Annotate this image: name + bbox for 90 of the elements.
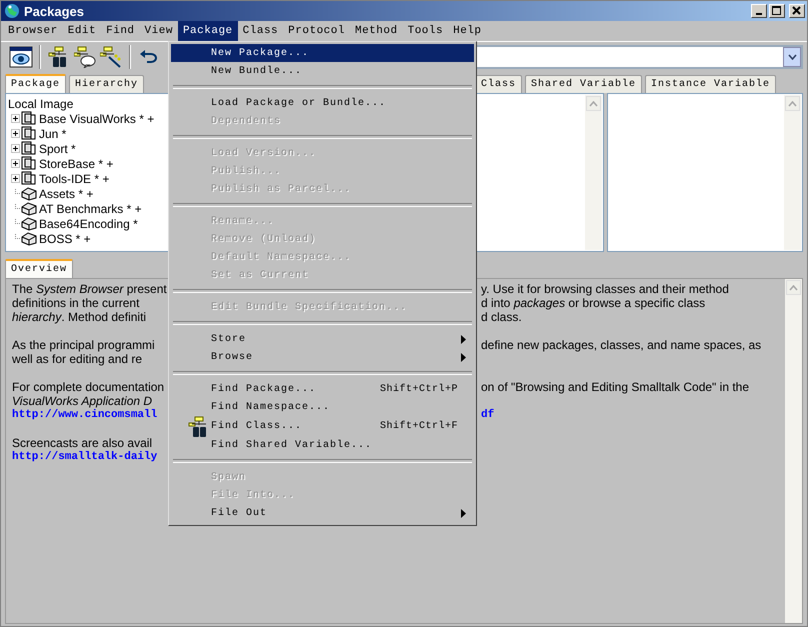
- menu-item[interactable]: Class: [238, 21, 284, 41]
- tree-item[interactable]: Jun *: [39, 126, 66, 140]
- bundle-icon: [21, 126, 37, 141]
- menu-item[interactable]: Find Namespace...: [171, 398, 474, 416]
- link[interactable]: http://www.cincomsmall: [12, 408, 158, 422]
- paragraph-text: hierarchy. Method definiti: [12, 310, 146, 324]
- tab[interactable]: Instance Variable: [645, 75, 776, 93]
- wand-button[interactable]: [99, 44, 123, 70]
- tree-item[interactable]: Tools-IDE * +: [39, 172, 110, 186]
- package-icon: [21, 231, 37, 246]
- menu-item[interactable]: Find: [101, 21, 140, 41]
- expand-icon[interactable]: [11, 129, 20, 138]
- paragraph-text: VisualWorks Application D: [12, 394, 152, 408]
- package-icon: [21, 201, 37, 216]
- menu-item[interactable]: Find Class... Shift+Ctrl+F: [171, 416, 474, 436]
- bundle-icon: [21, 171, 37, 186]
- menu-item[interactable]: Edit: [62, 21, 102, 41]
- browser-button[interactable]: [9, 44, 33, 70]
- scrollbar[interactable]: [785, 279, 802, 623]
- minimize-icon: [756, 13, 762, 15]
- paragraph-text: Screencasts are also avail: [12, 436, 152, 450]
- paragraph-text: y. Use it for browsing classes and their method: [481, 282, 729, 296]
- paragraph-text: d class.: [481, 310, 522, 324]
- tree-item[interactable]: Assets * +: [39, 186, 94, 200]
- tree-item[interactable]: Base64Encoding *: [39, 216, 138, 230]
- paragraph-text: on of "Browsing and Editing Smalltalk Code" in the: [481, 380, 750, 394]
- paragraph-text: well as for editing and re: [12, 352, 142, 366]
- chevron-up-icon: [788, 100, 797, 106]
- menu-item[interactable]: Store: [171, 330, 474, 348]
- menu-item[interactable]: Browse: [171, 348, 474, 366]
- expand-icon[interactable]: [11, 159, 20, 168]
- menu-item[interactable]: Find Shared Variable...: [171, 436, 474, 454]
- link[interactable]: http://smalltalk-daily: [12, 450, 158, 464]
- tree-item[interactable]: StoreBase * +: [39, 156, 114, 170]
- comment-button[interactable]: [73, 44, 97, 70]
- tab[interactable]: Package: [5, 74, 66, 93]
- paragraph-text: d into packages or browse a specific class: [481, 296, 706, 310]
- tree-item[interactable]: Base VisualWorks * +: [39, 112, 154, 126]
- expand-icon[interactable]: [11, 144, 20, 153]
- tree-root[interactable]: Local Image: [8, 96, 74, 110]
- tab[interactable]: Class: [475, 75, 522, 93]
- paragraph-text: As the principal programmi: [12, 338, 155, 352]
- paragraph-text: For complete documentation: [12, 380, 164, 394]
- chevron-down-icon: [788, 54, 796, 60]
- menu-item[interactable]: Protocol: [283, 21, 350, 41]
- menu-item[interactable]: Help: [448, 21, 487, 41]
- paragraph-text: definitions in the current: [12, 296, 140, 310]
- bundle-icon: [21, 156, 37, 171]
- scrollbar[interactable]: [784, 95, 801, 250]
- paragraph-text: The System Browser present: [12, 282, 167, 296]
- magic-wand-icon: [100, 46, 122, 68]
- undo-arrow-icon: [139, 48, 159, 66]
- submenu-arrow-icon: [461, 508, 466, 518]
- maximize-button[interactable]: [769, 4, 785, 18]
- menu-item[interactable]: New Bundle...: [171, 62, 474, 80]
- tree-item[interactable]: Sport *: [39, 142, 76, 156]
- menu-item[interactable]: Package: [178, 21, 238, 41]
- scrollbar[interactable]: [585, 95, 602, 250]
- bundle-icon: [21, 111, 37, 126]
- menu-item[interactable]: View: [140, 21, 178, 41]
- expand-icon[interactable]: [11, 174, 20, 183]
- package-icon: [21, 216, 37, 231]
- minimize-button[interactable]: [751, 4, 767, 18]
- paragraph-text: define new packages, classes, and name spaces, as: [481, 338, 762, 352]
- speech-bubble-icon: [74, 46, 96, 68]
- chevron-up-icon: [589, 100, 598, 106]
- menu-item[interactable]: File Out: [171, 504, 474, 522]
- globe-icon: [4, 3, 20, 19]
- maximize-icon: [770, 5, 784, 17]
- menu-item[interactable]: Browser: [3, 21, 63, 41]
- link[interactable]: df: [481, 408, 494, 422]
- menu-item[interactable]: Find Package... Shift+Ctrl+P: [171, 380, 474, 398]
- eye-window-icon: [9, 46, 33, 68]
- shortcut-text: Shift+Ctrl+F: [380, 420, 458, 432]
- window-title: Packages: [24, 4, 85, 18]
- shortcut-text: Shift+Ctrl+P: [380, 384, 458, 394]
- package-icon: [21, 186, 37, 201]
- menu-item[interactable]: New Package...: [171, 44, 474, 62]
- tree-item[interactable]: BOSS * +: [39, 232, 91, 246]
- menu-item[interactable]: Method: [350, 21, 403, 41]
- chevron-up-icon: [789, 284, 798, 290]
- tab[interactable]: Hierarchy: [69, 75, 144, 93]
- close-button[interactable]: [789, 4, 805, 18]
- bundle-icon: [21, 141, 37, 156]
- menu-item[interactable]: Tools: [402, 21, 448, 41]
- menu-item[interactable]: Load Package or Bundle...: [171, 94, 474, 112]
- tab[interactable]: Overview: [5, 259, 74, 278]
- expand-icon[interactable]: [11, 114, 20, 123]
- tab[interactable]: Shared Variable: [525, 75, 642, 93]
- tree-item[interactable]: AT Benchmarks * +: [39, 202, 142, 216]
